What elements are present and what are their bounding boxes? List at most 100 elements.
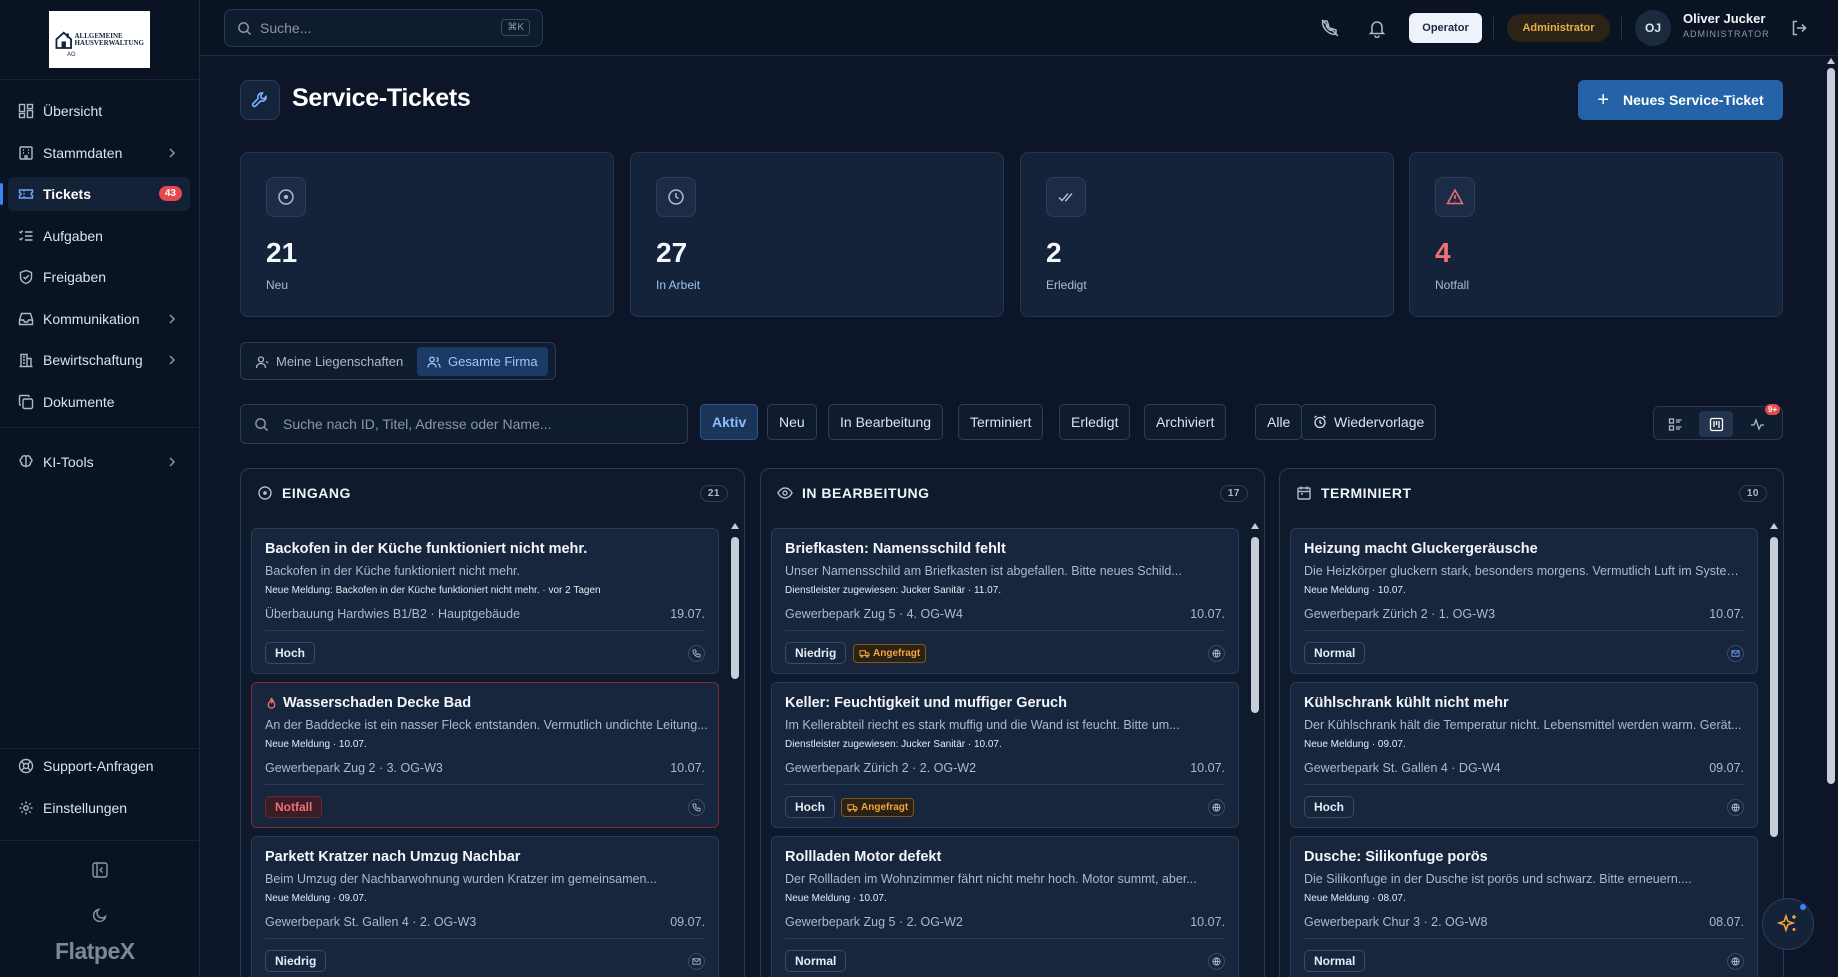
filter-aktiv[interactable]: Aktiv: [700, 404, 759, 440]
ticket-address: Überbauung Hardwies B1/B2 · Hauptgebäude: [265, 607, 521, 621]
alarm-clock-icon: [1314, 415, 1326, 429]
ticket-meta: Neue Meldung · 10.07.: [785, 893, 887, 904]
kanban-view-icon[interactable]: [1699, 411, 1733, 437]
ticket-card[interactable]: Parkett Kratzer nach Umzug Nachbar Beim …: [251, 836, 719, 977]
ticket-title: Kühlschrank kühlt nicht mehr: [1304, 695, 1509, 711]
stat-card-in-arbeit[interactable]: 27 In Arbeit: [630, 152, 1004, 317]
users-icon: [427, 356, 441, 368]
ticket-date: 10.07.: [1190, 915, 1225, 929]
divider: [1621, 17, 1622, 39]
column-scrollbar[interactable]: [730, 521, 740, 977]
ticket-card[interactable]: Dusche: Silikonfuge porös Die Silikonfug…: [1290, 836, 1758, 977]
circle-dot-icon: [266, 177, 306, 217]
priority-badge: Hoch: [265, 642, 315, 664]
chevron-right-icon: [169, 148, 176, 158]
ticket-card[interactable]: Backofen in der Küche funktioniert nicht…: [251, 528, 719, 674]
sidebar-item-uebersicht[interactable]: Übersicht: [8, 94, 190, 128]
sparkles-icon: [1776, 913, 1796, 933]
ticket-meta: Neue Meldung · 10.07.: [1304, 585, 1406, 596]
ticket-address: Gewerbepark Zürich 2 · 2. OG-W2: [785, 761, 977, 775]
column-title: TERMINIERT: [1321, 485, 1412, 501]
filter-terminiert[interactable]: Terminiert: [958, 404, 1044, 440]
ticket-card[interactable]: Kühlschrank kühlt nicht mehr Der Kühlsch…: [1290, 682, 1758, 828]
operator-button[interactable]: Operator: [1409, 13, 1482, 43]
sidebar-item-label: Stammdaten: [43, 145, 123, 161]
brain-icon: [19, 455, 33, 468]
globe-icon: [1208, 953, 1225, 970]
bell-icon[interactable]: [1367, 18, 1387, 38]
ticket-title: Briefkasten: Namensschild fehlt: [785, 541, 1006, 557]
phone-off-icon[interactable]: [1320, 18, 1340, 38]
avatar[interactable]: OJ: [1635, 10, 1671, 46]
filter-archiviert[interactable]: Archiviert: [1144, 404, 1227, 440]
sidebar-item-label: Aufgaben: [43, 228, 103, 244]
ticket-card[interactable]: Rollladen Motor defekt Der Rollladen im …: [771, 836, 1239, 977]
status-tag-label: Angefragt: [861, 802, 909, 813]
topbar: Suche... ⌘K Operator Administrator OJ Ol…: [200, 0, 1838, 56]
column-count: 10: [1738, 485, 1767, 502]
chevron-right-icon: [169, 457, 176, 467]
column-count: 17: [1219, 485, 1248, 502]
ticket-title: Keller: Feuchtigkeit und muffiger Geruch: [785, 695, 1067, 711]
filter-erledigt[interactable]: Erledigt: [1059, 404, 1131, 440]
eye-icon: [777, 487, 793, 499]
filter-neu[interactable]: Neu: [767, 404, 817, 440]
stat-card-neu[interactable]: 21 Neu: [240, 152, 614, 317]
sidebar-item-label: Tickets: [43, 186, 91, 202]
ai-assistant-button[interactable]: [1762, 898, 1814, 950]
clock-icon: [656, 177, 696, 217]
sidebar-item-label: Übersicht: [43, 103, 103, 119]
sidebar-item-ki-tools[interactable]: KI-Tools: [8, 445, 190, 479]
status-tag: Angefragt: [853, 644, 927, 663]
ticket-date: 09.07.: [1709, 761, 1744, 775]
ticket-address: Gewerbepark St. Gallen 4 · DG-W4: [1304, 761, 1501, 775]
filter-alle[interactable]: Alle: [1255, 404, 1303, 440]
sidebar-item-aufgaben[interactable]: Aufgaben: [8, 219, 190, 253]
filter-in-bearbeitung[interactable]: In Bearbeitung: [828, 404, 944, 440]
logout-icon[interactable]: [1790, 19, 1808, 37]
ticket-card[interactable]: Heizung macht Gluckergeräusche Die Heizk…: [1290, 528, 1758, 674]
ticket-card[interactable]: Briefkasten: Namensschild fehlt Unser Na…: [771, 528, 1239, 674]
global-search-input[interactable]: Suche... ⌘K: [224, 9, 543, 47]
sidebar-item-dokumente[interactable]: Dokumente: [8, 385, 190, 419]
new-service-ticket-button[interactable]: + Neues Service-Ticket: [1578, 80, 1783, 120]
sidebar-item-tickets[interactable]: Tickets 43: [0, 177, 190, 211]
filter-wiedervorlage[interactable]: Wiedervorlage: [1301, 404, 1437, 440]
divider: [1493, 17, 1494, 39]
sidebar-item-label: Freigaben: [43, 269, 107, 285]
sidebar-item-bewirtschaftung[interactable]: Bewirtschaftung: [8, 343, 190, 377]
ticket-meta: Dienstleister zugewiesen: Jucker Sanitär…: [785, 585, 1002, 596]
scope-all-button[interactable]: Gesamte Firma: [417, 347, 548, 376]
scope-mine-button[interactable]: Meine Liegenschaften: [245, 347, 413, 376]
company-logo[interactable]: ALLGEMEINE HAUSVERWALTUNG AG: [49, 11, 150, 68]
globe-icon: [1727, 953, 1744, 970]
page-scrollbar[interactable]: [1826, 58, 1836, 977]
moon-icon[interactable]: [91, 906, 109, 924]
search-icon: [255, 417, 269, 431]
column-count: 21: [699, 485, 728, 502]
stat-card-notfall[interactable]: 4 Notfall: [1409, 152, 1783, 317]
list-view-icon[interactable]: [1658, 411, 1692, 437]
sidebar-item-kommunikation[interactable]: Kommunikation: [8, 302, 190, 336]
column-scrollbar[interactable]: [1250, 521, 1260, 977]
ticket-description: Beim Umzug der Nachbarwohnung wurden Kra…: [265, 872, 657, 886]
activity-badge: 9+: [1765, 404, 1781, 415]
sidebar-item-stammdaten[interactable]: Stammdaten: [8, 136, 190, 170]
ticket-search-input[interactable]: Suche nach ID, Titel, Adresse oder Name.…: [240, 404, 688, 444]
stat-card-erledigt[interactable]: 2 Erledigt: [1020, 152, 1394, 317]
ticket-card[interactable]: Wasserschaden Decke Bad An der Baddecke …: [251, 682, 719, 828]
administrator-badge[interactable]: Administrator: [1507, 14, 1610, 42]
column-title: IN BEARBEITUNG: [802, 485, 930, 501]
brand-wordmark: FlatpeX: [55, 938, 135, 964]
kanban-column-in-bearbeitung: IN BEARBEITUNG 17 Briefkasten: Namenssch…: [760, 468, 1265, 977]
sidebar-item-einstellungen[interactable]: Einstellungen: [8, 791, 190, 825]
house-logo-icon: [55, 30, 72, 49]
sidebar-item-freigaben[interactable]: Freigaben: [8, 260, 190, 294]
user-role: ADMINISTRATOR: [1683, 29, 1770, 39]
globe-icon: [1208, 645, 1225, 662]
sidebar-item-support[interactable]: Support-Anfragen: [8, 749, 190, 783]
ticket-address: Gewerbepark Zug 5 · 4. OG-W4: [785, 607, 963, 621]
collapse-sidebar-icon[interactable]: [91, 861, 109, 879]
stat-label: In Arbeit: [656, 278, 701, 292]
ticket-card[interactable]: Keller: Feuchtigkeit und muffiger Geruch…: [771, 682, 1239, 828]
